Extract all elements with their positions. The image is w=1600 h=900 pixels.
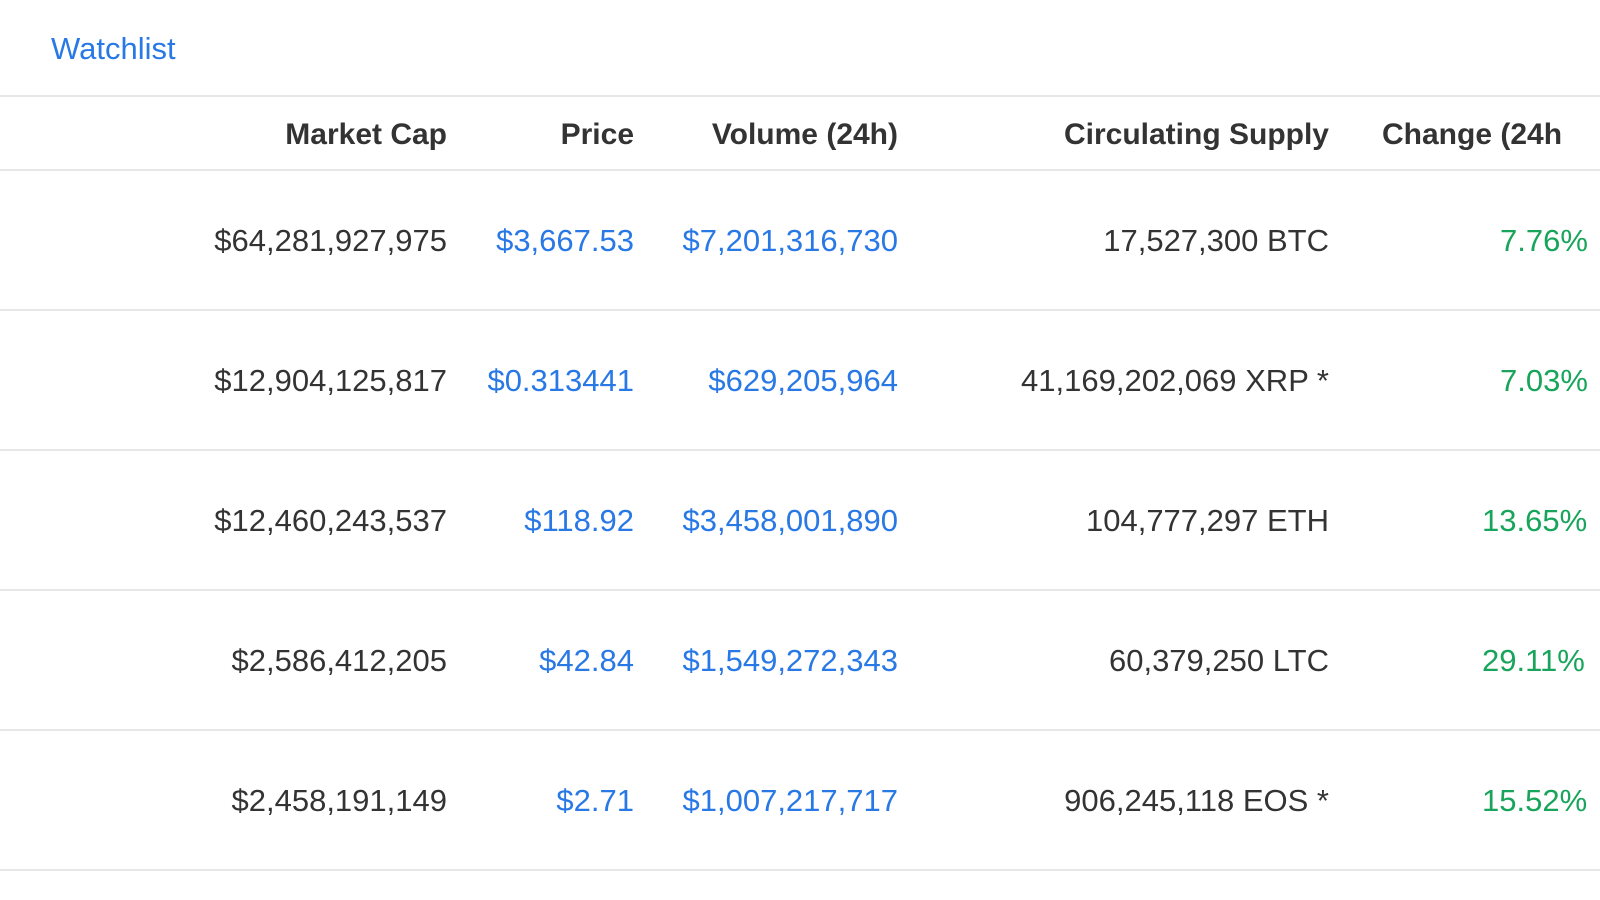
market-cap-cell: $12,460,243,537 [214, 503, 447, 538]
header-price[interactable]: Price [447, 115, 634, 155]
change-cell: 29.11% [1350, 641, 1600, 681]
change-value: 29.11% [1482, 643, 1585, 678]
watchlist-link[interactable]: Watchlist [51, 30, 176, 68]
header-bottom-divider [0, 169, 1600, 171]
market-cap-cell: $12,904,125,817 [214, 363, 447, 398]
circulating-supply-cell: 17,527,300 BTC [1103, 223, 1329, 258]
row-divider [0, 309, 1600, 311]
price-link[interactable]: $3,667.53 [447, 221, 634, 261]
change-value: 7.76% [1500, 223, 1588, 258]
price-link[interactable]: $2.71 [447, 781, 634, 821]
change-value: 13.65% [1482, 503, 1588, 538]
volume-link[interactable]: $629,205,964 [634, 361, 898, 401]
price-link[interactable]: $42.84 [447, 641, 634, 681]
market-cap-cell: $2,586,412,205 [231, 643, 448, 678]
header-volume[interactable]: Volume (24h) [634, 115, 898, 155]
header-top-divider [0, 95, 1600, 97]
row-divider [0, 869, 1600, 871]
circulating-supply-cell: 41,169,202,069 XRP * [1021, 363, 1329, 398]
change-value: 15.52% [1482, 783, 1588, 818]
market-cap-cell: $64,281,927,975 [214, 223, 447, 258]
volume-link[interactable]: $1,549,272,343 [634, 641, 899, 681]
change-cell: 7.76% [1350, 221, 1600, 261]
header-circulating-supply[interactable]: Circulating Supply [898, 115, 1329, 155]
circulating-supply-cell: 104,777,297 ETH [1085, 503, 1329, 538]
volume-link[interactable]: $1,007,217,717 [634, 781, 899, 821]
circulating-supply-cell: 60,379,250 LTC [1108, 643, 1329, 678]
change-cell: 7.03% [1350, 361, 1600, 401]
volume-link[interactable]: $3,458,001,890 [634, 501, 899, 541]
change-cell: 13.65% [1350, 501, 1600, 541]
header-market-cap[interactable]: Market Cap [100, 115, 447, 155]
circulating-supply-cell: 906,245,118 EOS * [1064, 783, 1329, 818]
row-divider [0, 589, 1600, 591]
market-cap-cell: $2,458,191,149 [231, 783, 448, 818]
page: Watchlist Market Cap Price Volume (24h) … [0, 0, 1600, 900]
header-change[interactable]: Change (24h [1382, 115, 1562, 155]
row-divider [0, 729, 1600, 731]
price-link[interactable]: $0.313441 [447, 361, 634, 401]
change-cell: 15.52% [1350, 781, 1600, 821]
price-link[interactable]: $118.92 [447, 501, 634, 541]
change-value: 7.03% [1500, 363, 1588, 398]
volume-link[interactable]: $7,201,316,730 [634, 221, 899, 261]
row-divider [0, 449, 1600, 451]
